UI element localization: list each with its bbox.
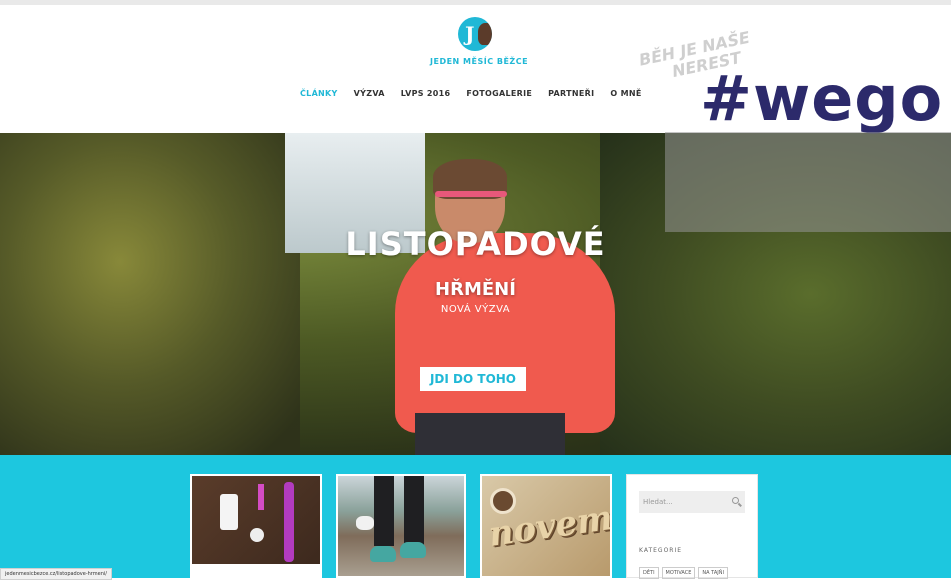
- sidebar-widget: Hledat... KATEGORIE DĚTI MOTIVACE NA TAJ…: [626, 474, 758, 579]
- nav-item-lvps-2016[interactable]: LVPS 2016: [401, 89, 451, 98]
- phone-image: [220, 494, 238, 530]
- hero-title-line-2: HŘMĚNÍ: [435, 279, 516, 300]
- tag-na-tajni[interactable]: NA TAJŇI: [698, 567, 728, 579]
- hero-subtitle: NOVÁ VÝZVA: [440, 304, 511, 315]
- card-caption-bar: [192, 564, 320, 576]
- nav-item-vyzva[interactable]: VÝZVA: [354, 89, 385, 98]
- main-nav: ČLÁNKY VÝZVA LVPS 2016 FOTOGALERIE PARTN…: [300, 89, 642, 98]
- coffee-cup-image: [490, 488, 516, 514]
- running-shoe-left: [370, 546, 396, 562]
- article-card-2[interactable]: [336, 474, 466, 578]
- article-card-3[interactable]: november: [480, 474, 612, 578]
- logo-letter: J: [465, 22, 475, 46]
- flower-image: [250, 528, 264, 542]
- search-icon[interactable]: [732, 497, 739, 504]
- nav-item-o-mne[interactable]: O MNĚ: [610, 89, 641, 98]
- overlay-gray-box: [665, 132, 951, 232]
- status-bar-url: jedenmesicbezce.cz/listopadove-hrmeni/: [0, 568, 112, 580]
- logo-text: JEDEN MĚSÍC BĚŽCE: [430, 57, 529, 66]
- site-logo[interactable]: J JEDEN MĚSÍC BĚŽCE: [430, 17, 529, 66]
- nav-item-fotogalerie[interactable]: FOTOGALERIE: [466, 89, 532, 98]
- runner-leg-right: [404, 476, 424, 546]
- runner-leg-left: [374, 476, 394, 546]
- dog-image: [356, 516, 374, 530]
- logo-emblem: J: [458, 17, 492, 51]
- article-card-1[interactable]: [190, 474, 322, 578]
- category-tags: DĚTI MOTIVACE NA TAJŇI: [639, 567, 728, 579]
- tag-motivace[interactable]: MOTIVACE: [661, 567, 696, 579]
- content-band: [0, 455, 951, 578]
- lipstick-image: [258, 484, 264, 510]
- categories-title: KATEGORIE: [639, 547, 683, 554]
- tag-deti[interactable]: DĚTI: [639, 567, 659, 579]
- cta-button[interactable]: JDI DO TOHO: [420, 367, 526, 391]
- nav-item-clanky[interactable]: ČLÁNKY: [300, 89, 338, 98]
- hashtag-overlay: #wego: [700, 62, 944, 135]
- search-input[interactable]: Hledat...: [639, 491, 745, 513]
- runner-figure-icon: [478, 23, 492, 45]
- running-shoe-right: [400, 542, 426, 558]
- fitness-band-image: [284, 482, 294, 562]
- nav-item-partneri[interactable]: PARTNEŘI: [548, 89, 594, 98]
